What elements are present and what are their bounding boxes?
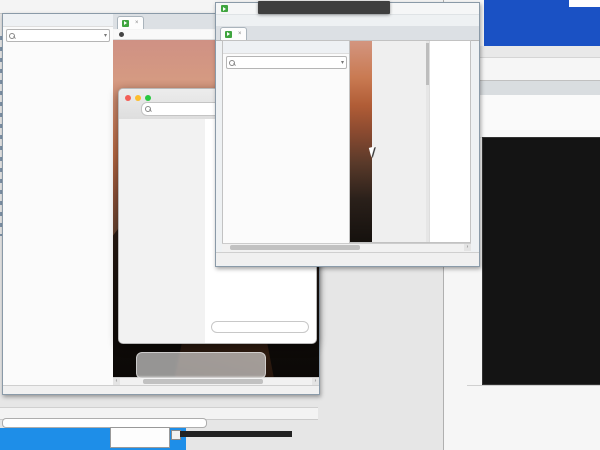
bottom-scrollbar[interactable]	[180, 431, 292, 437]
tab-mp01-156786[interactable]: ×	[220, 27, 247, 40]
tab-bar: ×	[216, 26, 479, 41]
wallpaper	[350, 41, 372, 243]
vm-running-icon	[122, 20, 129, 27]
right-content-rows	[478, 95, 600, 138]
tab-mp01-156788[interactable]: ×	[117, 16, 144, 29]
zoom-window-icon[interactable]	[145, 95, 151, 101]
screen: ▾ × ‹›	[0, 0, 600, 450]
vm-tree	[223, 71, 350, 74]
conversation-list	[372, 41, 426, 243]
chevron-down-icon[interactable]: ▾	[104, 32, 107, 39]
vmware-window-mp01-156786: × ▾ ›	[215, 2, 480, 267]
search-icon	[145, 106, 151, 112]
minimize-window-icon[interactable]	[135, 95, 141, 101]
close-icon[interactable]: ×	[238, 31, 242, 37]
bottom-input-bar[interactable]	[2, 418, 207, 428]
library-panel: ▾	[222, 40, 351, 245]
apple-menu-icon[interactable]	[119, 32, 124, 37]
search-icon	[9, 33, 15, 39]
toolbar-background	[471, 46, 600, 58]
traffic-lights	[125, 95, 151, 101]
library-search-input[interactable]: ▾	[6, 29, 110, 42]
vm-control-tooltip	[258, 1, 390, 14]
vm-tree	[3, 44, 113, 47]
imessage-input[interactable]	[211, 321, 309, 333]
vm-screen-powered-off[interactable]	[482, 137, 600, 385]
close-window-icon[interactable]	[125, 95, 131, 101]
vm-thumbnail-placeholder	[110, 427, 170, 448]
vm-details-panel	[461, 385, 600, 450]
vmware-icon	[221, 5, 228, 12]
library-search-input[interactable]: ▾	[226, 56, 347, 69]
messages-search-input[interactable]	[141, 102, 223, 116]
search-icon	[229, 60, 235, 66]
window-controls[interactable]	[569, 0, 600, 7]
close-icon[interactable]: ×	[135, 20, 139, 26]
vm-running-icon	[225, 31, 232, 38]
library-panel: ▾	[3, 14, 114, 385]
macos-dock	[136, 352, 266, 379]
vm-console	[349, 40, 471, 243]
conversation-list	[119, 119, 206, 343]
chevron-down-icon[interactable]: ▾	[341, 59, 344, 66]
conversation-pane	[429, 41, 471, 243]
